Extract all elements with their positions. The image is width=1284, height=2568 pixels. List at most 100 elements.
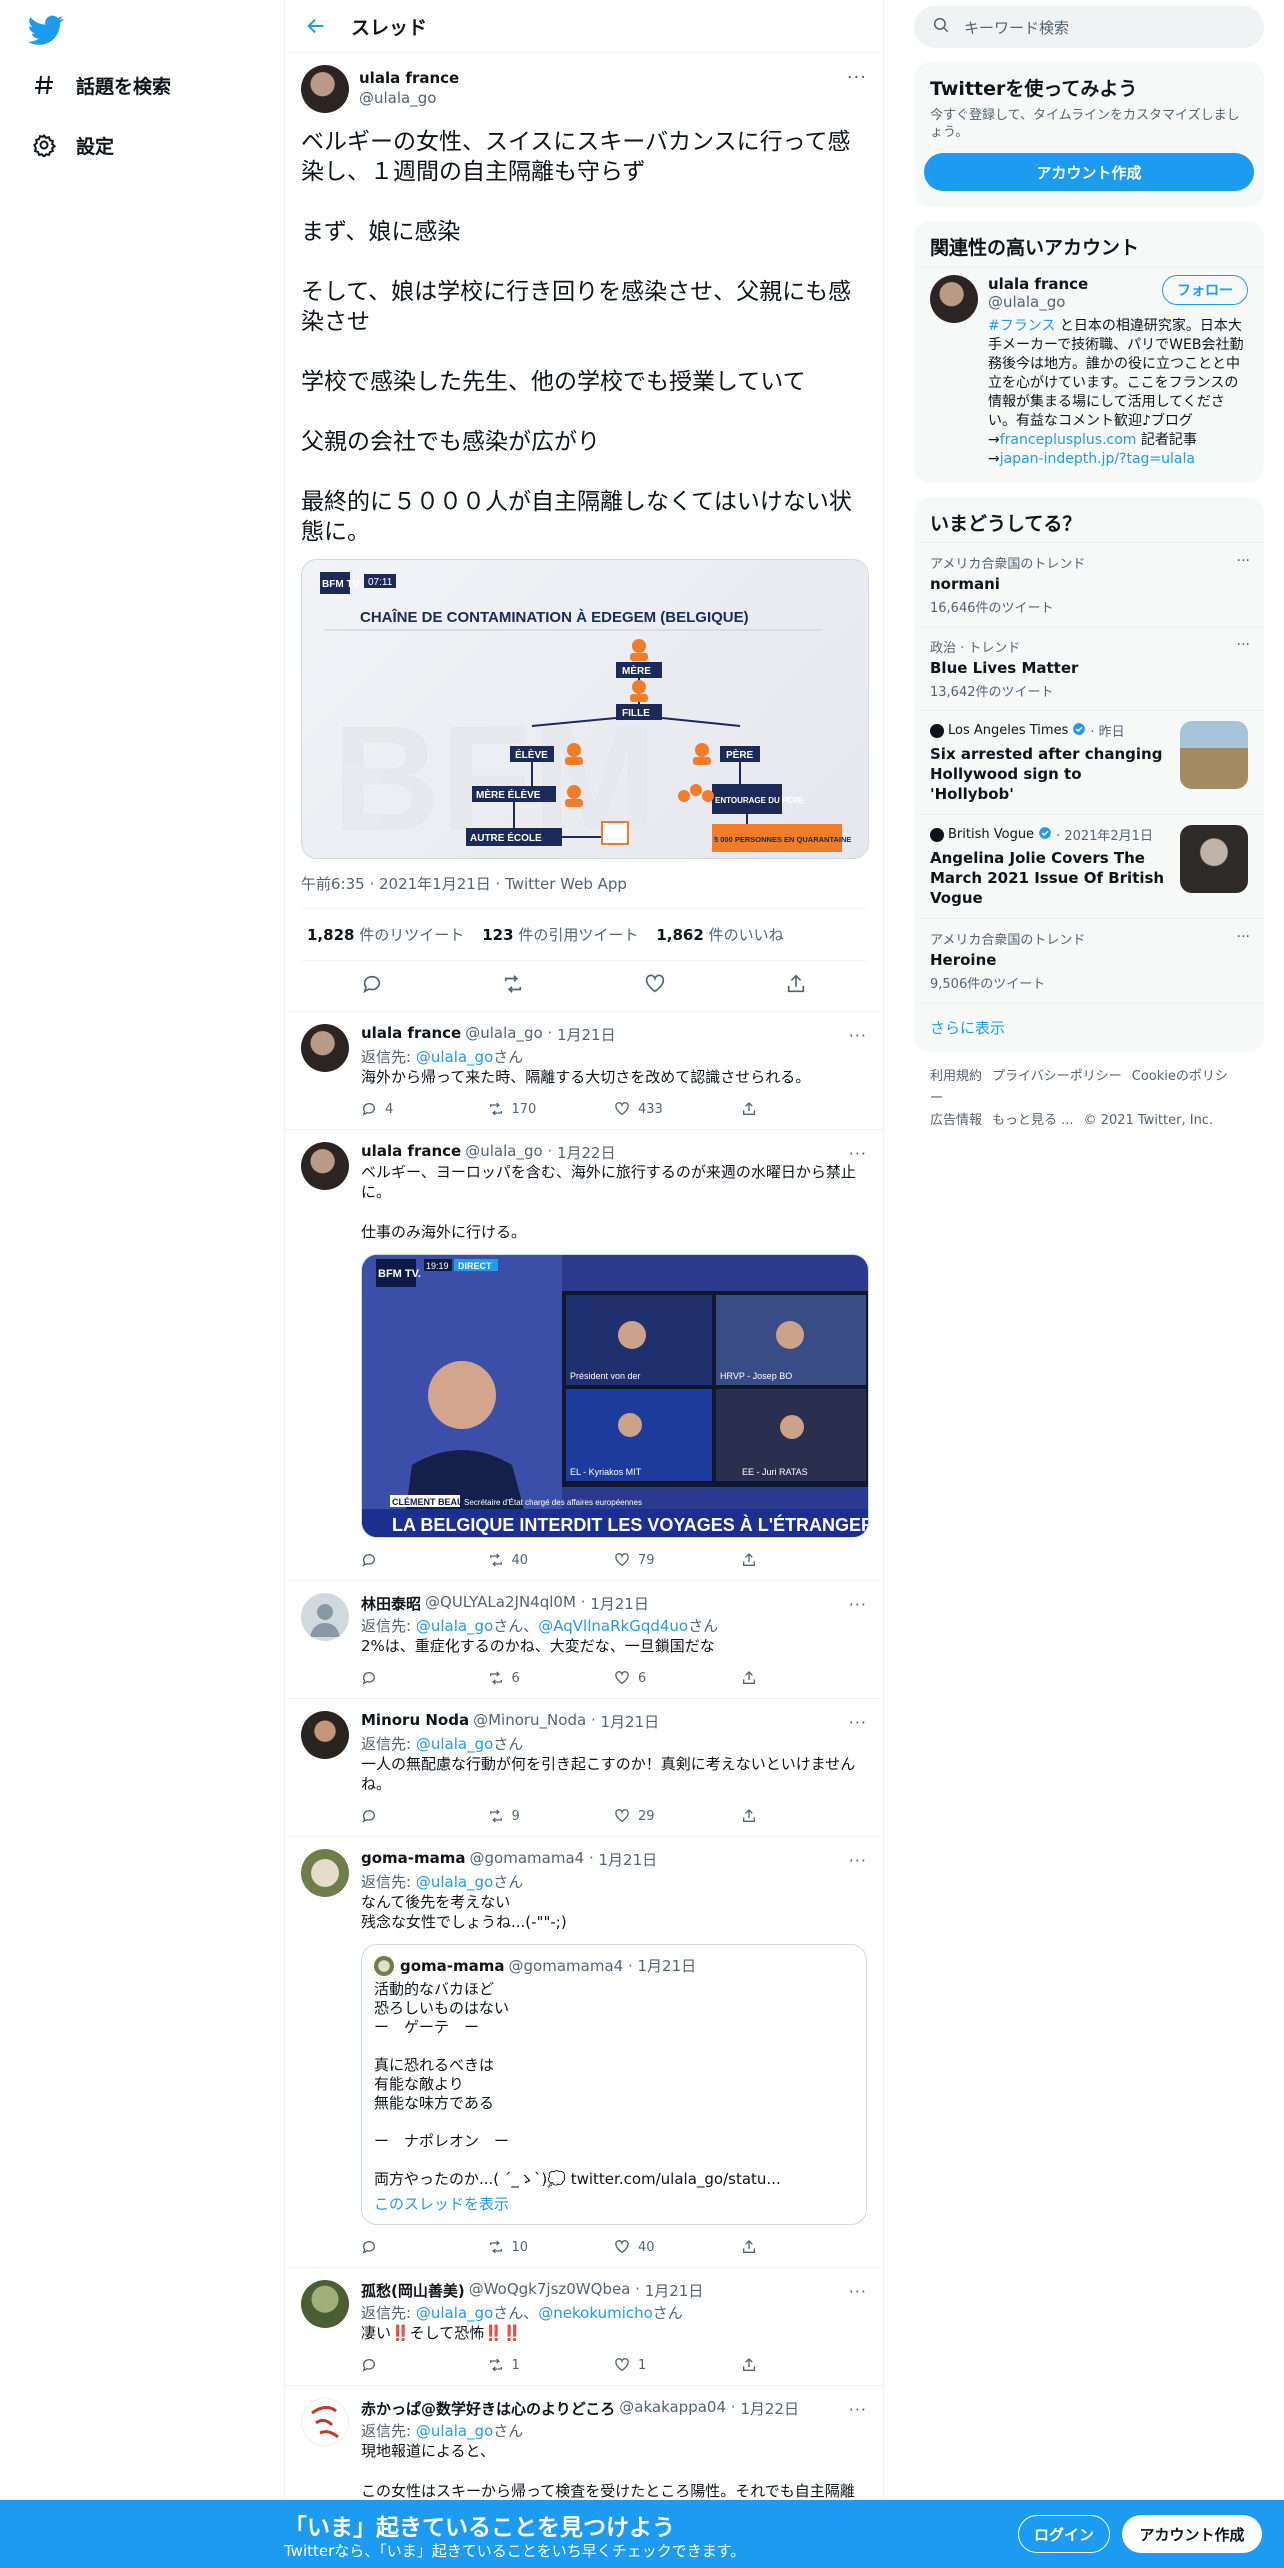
show-more-link[interactable]: さらに表示 xyxy=(914,1002,1264,1052)
retweet-button[interactable]: 170 xyxy=(488,1099,615,1119)
share-button[interactable] xyxy=(741,1806,868,1826)
footer-link[interactable]: 利用規約 xyxy=(930,1069,982,1084)
author-handle[interactable]: @ulala_go xyxy=(359,89,459,107)
reply-tweet[interactable]: ulala france @ulala_go · 1月22日 ··· ベルギー、ヨー… xyxy=(285,1130,883,1581)
more-options-icon[interactable]: ··· xyxy=(847,65,867,88)
quoted-tweet[interactable]: goma-mama @gomamama4 · 1月21日 活動的なバカほど 恐ろ… xyxy=(361,1944,867,2225)
more-options-icon[interactable]: ··· xyxy=(1237,553,1250,569)
more-options-icon[interactable]: ··· xyxy=(849,1593,867,1614)
reply-tweet[interactable]: 孤愁(岡山善美) @WoQgk7jsz0WQbea · 1月21日 ··· 返信先:… xyxy=(285,2268,883,2386)
avatar[interactable] xyxy=(301,1711,349,1759)
likes-stat[interactable]: 1,862 件のいいね xyxy=(656,924,783,945)
share-button[interactable] xyxy=(741,1099,868,1119)
trend-item[interactable]: 政治 · トレンド Blue Lives Matter 13,642件のツイート… xyxy=(914,626,1264,710)
reply-date[interactable]: 1月21日 xyxy=(590,1593,649,1613)
like-button[interactable]: 29 xyxy=(614,1806,741,1826)
reply-author-name[interactable]: goma-mama xyxy=(361,1849,466,1869)
bio-hashtag[interactable]: #フランス xyxy=(988,318,1055,334)
trend-item[interactable]: アメリカ合衆国のトレンド normani 16,646件のツイート ··· xyxy=(914,542,1264,626)
reply-author-name[interactable]: Minoru Noda xyxy=(361,1711,469,1731)
reply-to-link[interactable]: @ulala_go xyxy=(416,1048,493,1066)
avatar[interactable] xyxy=(301,1024,349,1072)
avatar[interactable] xyxy=(301,1849,349,1897)
tweet-timestamp[interactable]: 午前6:35 · 2021年1月21日 · Twitter Web App xyxy=(301,873,867,909)
reply-tweet[interactable]: goma-mama @gomamama4 · 1月21日 ··· 返信先: @ula… xyxy=(285,1837,883,2268)
nav-settings[interactable]: 設定 xyxy=(30,123,114,167)
create-account-button[interactable]: アカウント作成 xyxy=(924,153,1254,191)
reply-author-name[interactable]: ulala france xyxy=(361,1142,461,1162)
news-item[interactable]: Los Angeles Times · 昨日 Six arrested after… xyxy=(914,710,1264,814)
reply-tweet[interactable]: 林田泰昭 @QULYALa2JN4ql0M · 1月21日 ··· 返信先: @ul… xyxy=(285,1581,883,1699)
footer-link[interactable]: 広告情報 xyxy=(930,1113,982,1128)
relevant-account[interactable]: ulala france @ulala_go フォロー #フランス と日本の相違… xyxy=(914,266,1264,483)
share-icon[interactable] xyxy=(785,973,807,999)
reply-button[interactable] xyxy=(361,1806,488,1826)
reply-button[interactable] xyxy=(361,1668,488,1688)
retweet-button[interactable]: 9 xyxy=(488,1806,615,1826)
footer-link[interactable]: もっと見る ... xyxy=(992,1113,1074,1128)
login-button[interactable]: ログイン xyxy=(1018,2515,1110,2553)
reply-to-link[interactable]: @AqVllnaRkGqd4uo xyxy=(538,1617,688,1635)
reply-to-link[interactable]: @ulala_go xyxy=(416,1617,493,1635)
more-options-icon[interactable]: ··· xyxy=(1237,637,1250,653)
more-options-icon[interactable]: ··· xyxy=(849,1024,867,1045)
reply-author-handle[interactable]: @ulala_go xyxy=(465,1024,542,1044)
like-button[interactable]: 6 xyxy=(614,1668,741,1688)
reply-date[interactable]: 1月21日 xyxy=(600,1711,659,1731)
avatar[interactable] xyxy=(301,2398,349,2446)
trend-item[interactable]: アメリカ合衆国のトレンド Heroine 9,506件のツイート ··· xyxy=(914,918,1264,1002)
reply-date[interactable]: 1月22日 xyxy=(557,1142,616,1162)
author-name[interactable]: ulala france xyxy=(359,69,459,87)
account-handle[interactable]: @ulala_go xyxy=(988,293,1088,311)
news-item[interactable]: British Vogue · 2021年2月1日 Angelina Jolie … xyxy=(914,814,1264,918)
reply-author-handle[interactable]: @WoQgk7jsz0WQbea xyxy=(469,2280,631,2300)
like-button[interactable]: 433 xyxy=(614,1099,741,1119)
twitter-logo-icon[interactable] xyxy=(27,12,64,48)
reply-tweet[interactable]: ulala france @ulala_go · 1月21日 ··· 返信先: @u… xyxy=(285,1012,883,1130)
tweet-image[interactable]: BFM BFM TV. 07:11 CHAÎNE DE CONTAMINATIO… xyxy=(301,559,869,859)
more-options-icon[interactable]: ··· xyxy=(849,1849,867,1870)
account-name[interactable]: ulala france xyxy=(988,275,1088,293)
quotes-stat[interactable]: 123 件の引用ツイート xyxy=(482,924,638,945)
reply-to-link[interactable]: @ulala_go xyxy=(416,1873,493,1891)
reply-to-link[interactable]: @ulala_go xyxy=(416,1735,493,1753)
more-options-icon[interactable]: ··· xyxy=(849,1711,867,1732)
reply-date[interactable]: 1月22日 xyxy=(740,2398,799,2418)
signup-button[interactable]: アカウント作成 xyxy=(1122,2515,1262,2553)
reply-author-handle[interactable]: @QULYALa2JN4ql0M xyxy=(425,1593,576,1613)
more-options-icon[interactable]: ··· xyxy=(849,2280,867,2301)
reply-button[interactable]: 4 xyxy=(361,1099,488,1119)
like-button[interactable]: 40 xyxy=(614,2237,741,2257)
follow-button[interactable]: フォロー xyxy=(1162,275,1248,305)
reply-author-name[interactable]: 孤愁(岡山善美) xyxy=(361,2280,465,2300)
back-arrow-icon[interactable] xyxy=(301,11,331,41)
reply-to-link[interactable]: @ulala_go xyxy=(416,2422,493,2440)
reply-button[interactable] xyxy=(361,2237,488,2257)
retweet-icon[interactable] xyxy=(502,973,524,999)
footer-link[interactable]: プライバシーポリシー xyxy=(992,1069,1122,1084)
avatar[interactable] xyxy=(301,1142,349,1190)
reply-tweet[interactable]: Minoru Noda @Minoru_Noda · 1月21日 ··· 返信先: … xyxy=(285,1699,883,1837)
reply-to-link[interactable]: @nekokumicho xyxy=(538,2304,653,2322)
avatar[interactable] xyxy=(301,1593,349,1641)
reply-author-name[interactable]: ulala france xyxy=(361,1024,461,1044)
share-button[interactable] xyxy=(741,2355,868,2375)
reply-author-handle[interactable]: @ulala_go xyxy=(465,1142,542,1162)
reply-author-name[interactable]: 赤かっぱ@数学好きは心のよりどころ xyxy=(361,2398,615,2418)
share-button[interactable] xyxy=(741,2237,868,2257)
reply-author-handle[interactable]: @gomamama4 xyxy=(470,1849,585,1869)
more-options-icon[interactable]: ··· xyxy=(849,2398,867,2419)
reply-icon[interactable] xyxy=(361,973,383,999)
tweet-image[interactable]: Président von der HRVP - Josep BO EL - K… xyxy=(361,1254,869,1538)
bio-link[interactable]: franceplusplus.com xyxy=(1000,432,1137,448)
retweet-button[interactable]: 1 xyxy=(488,2355,615,2375)
reply-author-name[interactable]: 林田泰昭 xyxy=(361,1593,421,1613)
avatar[interactable] xyxy=(930,275,978,323)
show-thread-link[interactable]: このスレッドを表示 xyxy=(374,2193,854,2214)
avatar[interactable] xyxy=(301,2280,349,2328)
reply-to-link[interactable]: @ulala_go xyxy=(416,2304,493,2322)
search-input[interactable]: キーワード検索 xyxy=(914,6,1264,48)
avatar[interactable] xyxy=(301,65,349,113)
more-options-icon[interactable]: ··· xyxy=(849,1142,867,1163)
reply-author-handle[interactable]: @Minoru_Noda xyxy=(473,1711,586,1731)
